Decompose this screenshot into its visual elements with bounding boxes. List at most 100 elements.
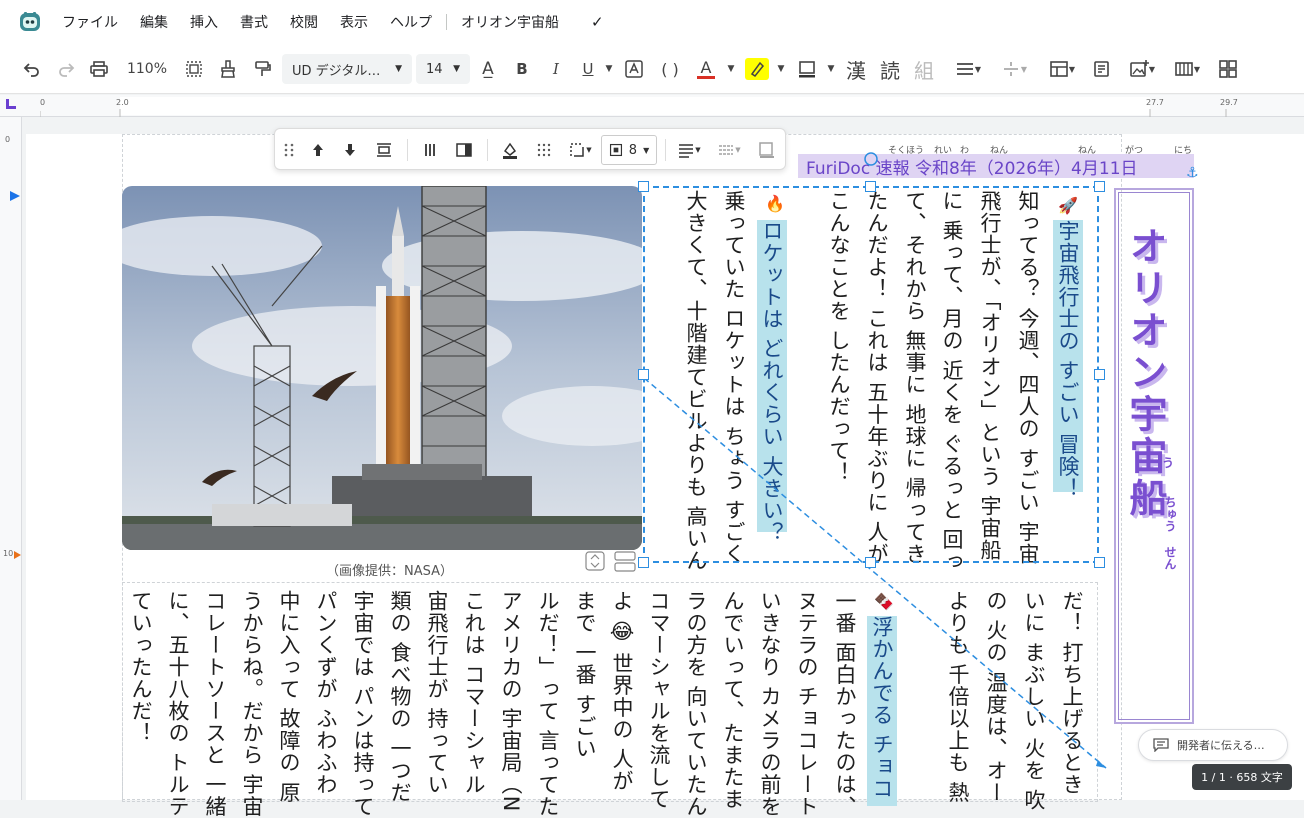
reading-button[interactable]: 読 — [878, 58, 902, 83]
kanji-button[interactable]: 漢 — [844, 58, 868, 83]
resize-handle[interactable] — [638, 557, 649, 568]
body-column[interactable]: 宇宙では パンは持って — [348, 590, 378, 818]
menu-bar: ファイル 編集 挿入 書式 校閲 表示 ヘルプ オリオン宇宙船 ✓ — [0, 0, 1304, 44]
date-banner[interactable]: FuriDoc 速報 令和8年（2026年）4月11日 — [798, 154, 1194, 178]
image-caption[interactable]: （画像提供：NASA） — [326, 560, 453, 579]
zoom-level[interactable]: 110% — [124, 58, 170, 80]
rotate-handle-icon[interactable] — [864, 152, 878, 166]
text-box-icon[interactable] — [624, 58, 644, 80]
menu-view[interactable]: 表示 — [340, 12, 368, 32]
resize-handle[interactable] — [638, 181, 649, 192]
paint-format-icon[interactable] — [252, 58, 272, 80]
body-column[interactable]: ルだ！」って 言ってた — [533, 590, 563, 818]
insert-image-icon[interactable]: ▼ — [1128, 58, 1156, 80]
menu-edit[interactable]: 編集 — [140, 12, 168, 32]
text-effect-icon[interactable]: A̲ — [478, 58, 498, 80]
dot-grid-icon[interactable] — [535, 141, 553, 159]
app-logo-icon[interactable] — [18, 10, 42, 34]
bring-forward-icon[interactable] — [309, 141, 327, 159]
menu-review[interactable]: 校閲 — [290, 12, 318, 32]
body-column[interactable]: コレートソースと 一緒 — [200, 590, 230, 818]
align-icon[interactable]: ▼ — [954, 58, 982, 80]
fill-color-icon[interactable] — [501, 141, 519, 159]
toolbar-divider — [487, 139, 488, 161]
body-column[interactable]: アメリカの 宇宙局（N — [496, 590, 526, 812]
wrap-text-icon[interactable] — [375, 141, 393, 159]
body-column[interactable]: に、五十八枚の トルテ — [163, 590, 193, 818]
document-title[interactable]: オリオン宇宙船 — [461, 12, 559, 32]
font-family-select[interactable]: UD デジタル… ▼ — [282, 54, 412, 84]
body-column[interactable]: 中に入って 故障の 原 — [274, 590, 304, 803]
columns-layout-icon[interactable]: ▼ — [1172, 58, 1202, 80]
note-icon[interactable] — [1092, 58, 1112, 80]
font-color-icon[interactable]: A — [696, 58, 716, 80]
resize-handle[interactable] — [1094, 181, 1105, 192]
body-column[interactable]: よ 😂 世界中の 人が — [607, 590, 637, 792]
grid-view-icon[interactable] — [1218, 58, 1238, 80]
body-column[interactable]: 類の 食べ物の 一つだ — [385, 590, 415, 803]
redo-icon[interactable] — [56, 58, 76, 80]
italic-icon[interactable]: I — [546, 58, 566, 80]
article-title[interactable]: オリオン宇宙船 — [1123, 226, 1167, 520]
border-dropdown-icon[interactable]: ▼ — [824, 58, 838, 80]
resize-handle[interactable] — [1094, 369, 1105, 380]
border-style-icon[interactable]: ▼ — [567, 141, 593, 159]
selected-text-frame[interactable] — [643, 186, 1099, 563]
resize-handle[interactable] — [865, 557, 876, 568]
ruler-corner-icon — [6, 99, 16, 109]
undo-icon[interactable] — [22, 58, 42, 80]
menu-format[interactable]: 書式 — [240, 12, 268, 32]
body-column[interactable]: 宙飛行士が 持ってい — [422, 590, 452, 796]
font-color-dropdown-icon[interactable]: ▼ — [724, 58, 738, 80]
brackets-icon[interactable]: ( ) — [658, 58, 682, 80]
frame-padding-select[interactable]: 8 ▼ — [601, 135, 657, 165]
shadow-icon[interactable] — [757, 141, 775, 159]
body-column[interactable]: うからね。だから 宇宙 — [237, 590, 267, 818]
vertical-ruler[interactable]: 0 10 — [0, 117, 22, 800]
ruby-text: わ — [960, 146, 970, 156]
font-size-select[interactable]: 14 ▼ — [416, 54, 470, 84]
ruler-tick: 27.7 — [1146, 98, 1164, 107]
ruler-tick: 10 — [3, 549, 14, 558]
resize-handle[interactable] — [1094, 557, 1105, 568]
ruler-margin-marker[interactable] — [14, 551, 21, 559]
menu-file[interactable]: ファイル — [62, 12, 118, 32]
line-style-icon[interactable]: ▼ — [715, 141, 743, 159]
spacing-icon[interactable]: ▼ — [1000, 58, 1028, 80]
border-icon[interactable] — [796, 58, 818, 80]
rocket-photo[interactable] — [122, 186, 642, 550]
print-icon[interactable] — [89, 58, 109, 80]
highlight-dropdown-icon[interactable]: ▼ — [774, 58, 788, 80]
saved-check-icon: ✓ — [591, 13, 604, 31]
feedback-label: 開発者に伝える… — [1177, 739, 1265, 752]
ruby-text: そくほう — [888, 146, 925, 156]
panel-right-icon[interactable] — [455, 141, 473, 159]
select-frame-icon[interactable] — [184, 58, 204, 80]
body-column[interactable]: これは コマーシャル — [459, 590, 489, 796]
feedback-button[interactable]: 開発者に伝える… — [1138, 729, 1288, 761]
title-ruby: せん — [1163, 546, 1177, 570]
menu-insert[interactable]: 挿入 — [190, 12, 218, 32]
resize-handle[interactable] — [638, 369, 649, 380]
bold-icon[interactable]: B — [512, 58, 532, 80]
body-column[interactable]: まで 一番 すごい — [570, 590, 600, 759]
anchor-icon[interactable]: ⚓ — [1186, 165, 1199, 181]
table-icon[interactable]: ▼ — [1048, 58, 1076, 80]
ruby-text: がつ — [1125, 146, 1144, 156]
kumi-button[interactable]: 組 — [912, 58, 936, 83]
text-align-icon[interactable]: ▼ — [675, 141, 703, 159]
ruler-indent-marker[interactable] — [10, 191, 20, 201]
ruby-text: ねん — [990, 146, 1009, 156]
horizontal-ruler[interactable]: 0 2.0 27.7 29.7 — [0, 95, 1304, 117]
drag-handle-icon[interactable] — [283, 141, 295, 159]
underline-dropdown-icon[interactable]: ▼ — [602, 58, 616, 80]
send-backward-icon[interactable] — [341, 141, 359, 159]
resize-handle[interactable] — [865, 181, 876, 192]
highlight-pen-icon[interactable] — [745, 58, 769, 80]
clear-format-brush-icon[interactable] — [218, 58, 238, 80]
menu-help[interactable]: ヘルプ — [390, 12, 432, 32]
body-column[interactable]: パンくずが ふわふわ — [311, 590, 341, 796]
vertical-columns-icon[interactable] — [421, 141, 439, 159]
body-column[interactable]: ていったんだ！ — [126, 590, 156, 744]
underline-icon[interactable]: U — [578, 58, 598, 80]
